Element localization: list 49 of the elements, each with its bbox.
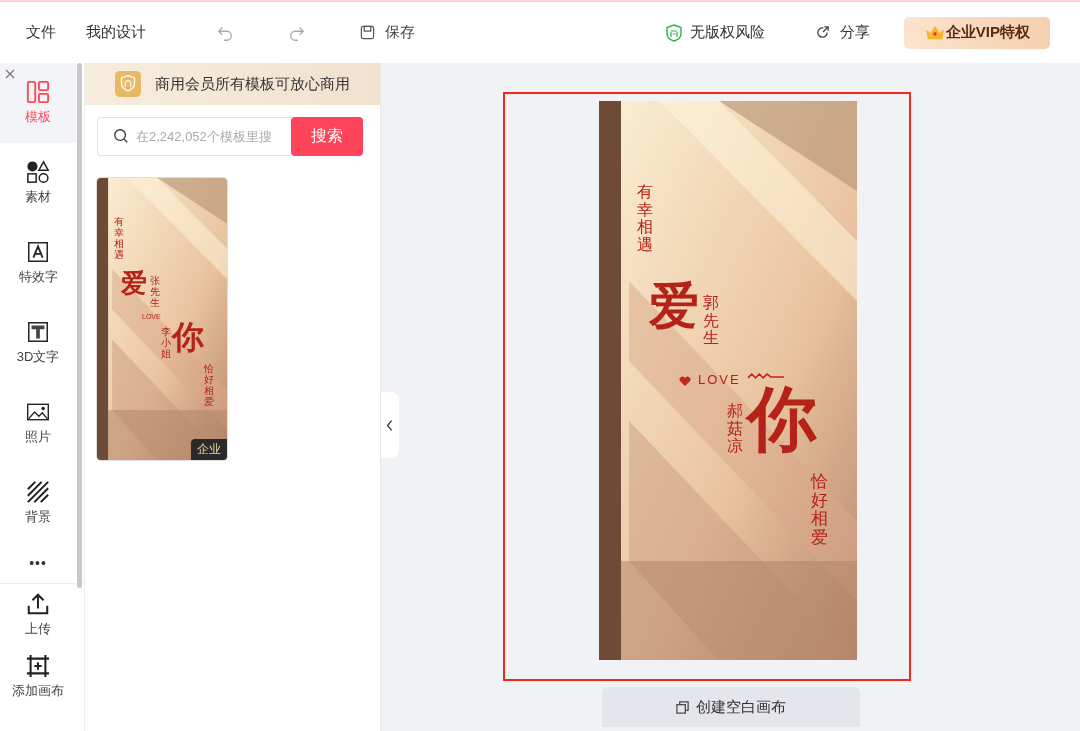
sidebar-item[interactable]: 素材: [0, 143, 76, 223]
poster-text: 郝菇凉: [727, 402, 743, 455]
create-canvas-button[interactable]: 创建空白画布: [601, 687, 860, 727]
shapes-icon: [26, 160, 50, 184]
sidebar-item[interactable]: 添加画布: [0, 646, 76, 708]
sidebar-item[interactable]: 3D文字: [0, 303, 76, 383]
sidebar-item[interactable]: 上传: [0, 584, 76, 646]
layout-icon: [26, 80, 50, 104]
poster-title: 你: [172, 321, 204, 353]
poster-title: 爱: [121, 270, 147, 296]
poster-text: 有幸相遇: [114, 216, 124, 260]
poster-text: 郭先生: [703, 294, 719, 347]
search-icon: [113, 128, 129, 144]
copyright-label: 无版权风险: [665, 23, 765, 42]
tag-badge: 企业: [191, 439, 227, 460]
sidebar-item[interactable]: 特效字: [0, 223, 76, 303]
save-button[interactable]: 保存: [360, 23, 415, 42]
banner-text: 商用会员所有模板可放心商用: [155, 74, 350, 94]
badge-icon: [115, 71, 141, 97]
vip-button[interactable]: 企业VIP特权: [903, 16, 1050, 49]
share-icon: [814, 25, 830, 40]
collapse-handle[interactable]: [381, 392, 399, 458]
sidebar-item[interactable]: 照片: [0, 383, 76, 463]
add-canvas-icon: [26, 654, 50, 678]
poster-title: 你: [747, 384, 817, 454]
search-field[interactable]: 在2,242,052个模板里搜: [97, 117, 291, 156]
shield-icon: [665, 23, 682, 42]
text-effect-icon: [26, 240, 50, 264]
sidebar-item[interactable]: 背景: [0, 463, 76, 543]
close-icon[interactable]: [5, 69, 15, 79]
poster-text: 恰好相爱: [811, 473, 828, 548]
poster-text: 李小姐: [161, 326, 171, 359]
poster-text: 有幸相遇: [637, 183, 653, 254]
3d-text-icon: [26, 320, 50, 344]
save-icon: [360, 25, 375, 40]
heart-icon: [679, 376, 691, 387]
more-button[interactable]: •••: [0, 543, 76, 583]
stripes-icon: [26, 480, 50, 504]
poster-text: LOVE: [698, 373, 741, 388]
squiggle-icon: [747, 372, 785, 380]
menu-item[interactable]: 我的设计: [86, 23, 146, 42]
menu-item[interactable]: 文件: [26, 23, 56, 42]
poster-text: 恰好相爱: [204, 363, 214, 407]
upload-icon: [26, 592, 50, 616]
chevron-left-icon: [386, 418, 394, 432]
poster-title: 爱: [649, 281, 699, 331]
poster-text: 张先生: [150, 275, 160, 308]
copy-icon: [675, 699, 690, 715]
share-button[interactable]: 分享: [814, 23, 870, 42]
